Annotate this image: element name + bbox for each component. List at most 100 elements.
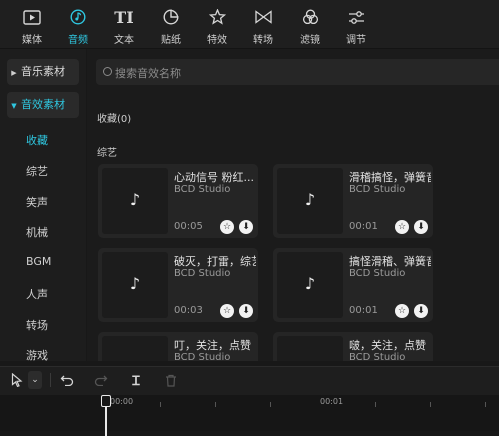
tab-label: 转场 [253, 35, 273, 46]
sound-thumbnail [277, 336, 343, 361]
tab-stickers[interactable]: 贴纸 [149, 0, 193, 48]
sound-title: 破灭，打雷，综艺 [174, 255, 256, 268]
sound-duration: 00:05 [174, 221, 203, 232]
sound-library-panel: 搜索音效名称 收藏(0) 综艺 ♪ 心动信号 粉红... BCD Studio … [87, 49, 499, 361]
caret-right-icon: ▶ [11, 69, 17, 77]
music-note-icon: ♪ [129, 274, 141, 293]
sound-duration: 00:03 [174, 305, 203, 316]
music-note-icon: ♪ [129, 190, 141, 209]
sound-duration: 00:01 [349, 305, 378, 316]
favorite-star-icon[interactable]: ☆ [220, 220, 234, 234]
sound-card[interactable]: ♪ 破灭，打雷，综艺 BCD Studio 00:03 ☆ ⬇ [98, 248, 258, 322]
sound-card[interactable]: ♪ 滑稽搞怪，弹簧音 BCD Studio 00:01 ☆ ⬇ [273, 164, 433, 238]
timeline-toolbar: ⌄ Ɪ [0, 367, 499, 393]
download-icon[interactable]: ⬇ [414, 304, 428, 318]
undo-icon[interactable] [58, 371, 76, 389]
sound-artist: BCD Studio [349, 184, 406, 195]
sound-artist: BCD Studio [174, 184, 231, 195]
variety-heading: 综艺 [97, 148, 117, 159]
sidebar-item-variety[interactable]: 综艺 [26, 163, 48, 179]
music-note-icon: ♪ [304, 190, 316, 209]
delete-icon[interactable] [162, 371, 180, 389]
sound-duration: 00:01 [349, 221, 378, 232]
ruler-tick [160, 402, 161, 407]
tab-label: 滤镜 [300, 35, 320, 46]
favorites-heading: 收藏(0) [97, 114, 132, 125]
category-label: 音效素材 [21, 98, 65, 111]
tab-label: 调节 [346, 35, 366, 46]
sound-thumbnail: ♪ [277, 168, 343, 234]
tab-audio[interactable]: 音频 [56, 0, 100, 48]
sound-artist: BCD Studio [174, 268, 231, 279]
favorite-star-icon[interactable]: ☆ [395, 220, 409, 234]
media-icon [22, 8, 42, 26]
effects-icon [207, 8, 227, 26]
sound-artist: BCD Studio [349, 268, 406, 279]
ruler-tick [485, 402, 486, 407]
sound-card[interactable]: ♪ 搞怪滑稽、弹簧音 BCD Studio 00:01 ☆ ⬇ [273, 248, 433, 322]
chevron-down-icon[interactable]: ⌄ [28, 371, 42, 389]
ruler-tick [430, 402, 431, 407]
filter-icon [300, 8, 320, 26]
top-toolbar: 媒体 音频 TI 文本 贴纸 特效 转场 滤镜 调节 [0, 0, 499, 49]
search-input[interactable]: 搜索音效名称 [96, 59, 499, 85]
sidebar-item-games[interactable]: 游戏 [26, 347, 48, 363]
download-icon[interactable]: ⬇ [414, 220, 428, 234]
tab-label: 文本 [114, 35, 134, 46]
search-icon [103, 67, 112, 76]
sound-title: 啵，关注，点赞 [349, 339, 426, 352]
playhead-line [105, 406, 107, 436]
sidebar-item-bgm[interactable]: BGM [26, 255, 51, 268]
sound-thumbnail: ♪ [102, 168, 168, 234]
ruler-tick [215, 402, 216, 407]
redo-icon[interactable] [92, 371, 110, 389]
tab-transitions[interactable]: 转场 [241, 0, 285, 48]
sound-artist: BCD Studio [349, 352, 406, 361]
audio-icon [68, 8, 88, 26]
sound-card[interactable]: ♪ 心动信号 粉红... BCD Studio 00:05 ☆ ⬇ [98, 164, 258, 238]
sticker-icon [161, 8, 181, 26]
sound-title: 滑稽搞怪，弹簧音 [349, 171, 431, 184]
category-music[interactable]: ▶ 音乐素材 [7, 59, 79, 85]
time-label: 00:00 [110, 397, 134, 406]
tab-media[interactable]: 媒体 [10, 0, 54, 48]
toolbar-divider [50, 373, 51, 387]
category-label: 音乐素材 [21, 65, 65, 78]
tab-effects[interactable]: 特效 [195, 0, 239, 48]
sound-thumbnail: ♪ [102, 252, 168, 318]
ruler-tick [375, 402, 376, 407]
favorite-star-icon[interactable]: ☆ [220, 304, 234, 318]
select-pointer-icon[interactable] [8, 371, 26, 389]
sidebar-item-mechanical[interactable]: 机械 [26, 224, 48, 240]
split-icon[interactable]: Ɪ [127, 371, 145, 389]
tab-label: 媒体 [22, 35, 42, 46]
timeline-ruler[interactable]: 00:00 00:01 [0, 395, 499, 436]
sidebar-item-favorites[interactable]: 收藏 [26, 132, 48, 148]
sidebar-item-voice[interactable]: 人声 [26, 286, 48, 302]
category-sound-effects[interactable]: ▼ 音效素材 [7, 92, 79, 118]
tab-filters[interactable]: 滤镜 [288, 0, 332, 48]
sound-title: 叮，关注，点赞 [174, 339, 251, 352]
category-sidebar: ▶ 音乐素材 ▼ 音效素材 收藏 综艺 笑声 机械 BGM 人声 转场 游戏 [0, 49, 86, 363]
tab-text[interactable]: TI 文本 [102, 0, 146, 48]
sound-thumbnail: ♪ [277, 252, 343, 318]
download-icon[interactable]: ⬇ [239, 220, 253, 234]
timeline-panel: ⌄ Ɪ 00:00 00:01 [0, 366, 499, 436]
transition-icon [253, 8, 273, 26]
sound-title: 搞怪滑稽、弹簧音 [349, 255, 431, 268]
tab-adjust[interactable]: 调节 [334, 0, 378, 48]
sound-card[interactable]: 叮，关注，点赞 BCD Studio [98, 332, 258, 361]
tab-label: 特效 [207, 35, 227, 46]
sidebar-item-transition[interactable]: 转场 [26, 317, 48, 333]
sound-card[interactable]: 啵，关注，点赞 BCD Studio [273, 332, 433, 361]
tab-label: 贴纸 [161, 35, 181, 46]
sidebar-item-laughter[interactable]: 笑声 [26, 194, 48, 210]
music-note-icon: ♪ [304, 274, 316, 293]
sound-artist: BCD Studio [174, 352, 231, 361]
favorite-star-icon[interactable]: ☆ [395, 304, 409, 318]
download-icon[interactable]: ⬇ [239, 304, 253, 318]
time-label: 00:01 [320, 397, 344, 406]
ruler-tick [270, 402, 271, 407]
adjust-icon [346, 8, 366, 26]
tab-label: 音频 [68, 35, 88, 46]
